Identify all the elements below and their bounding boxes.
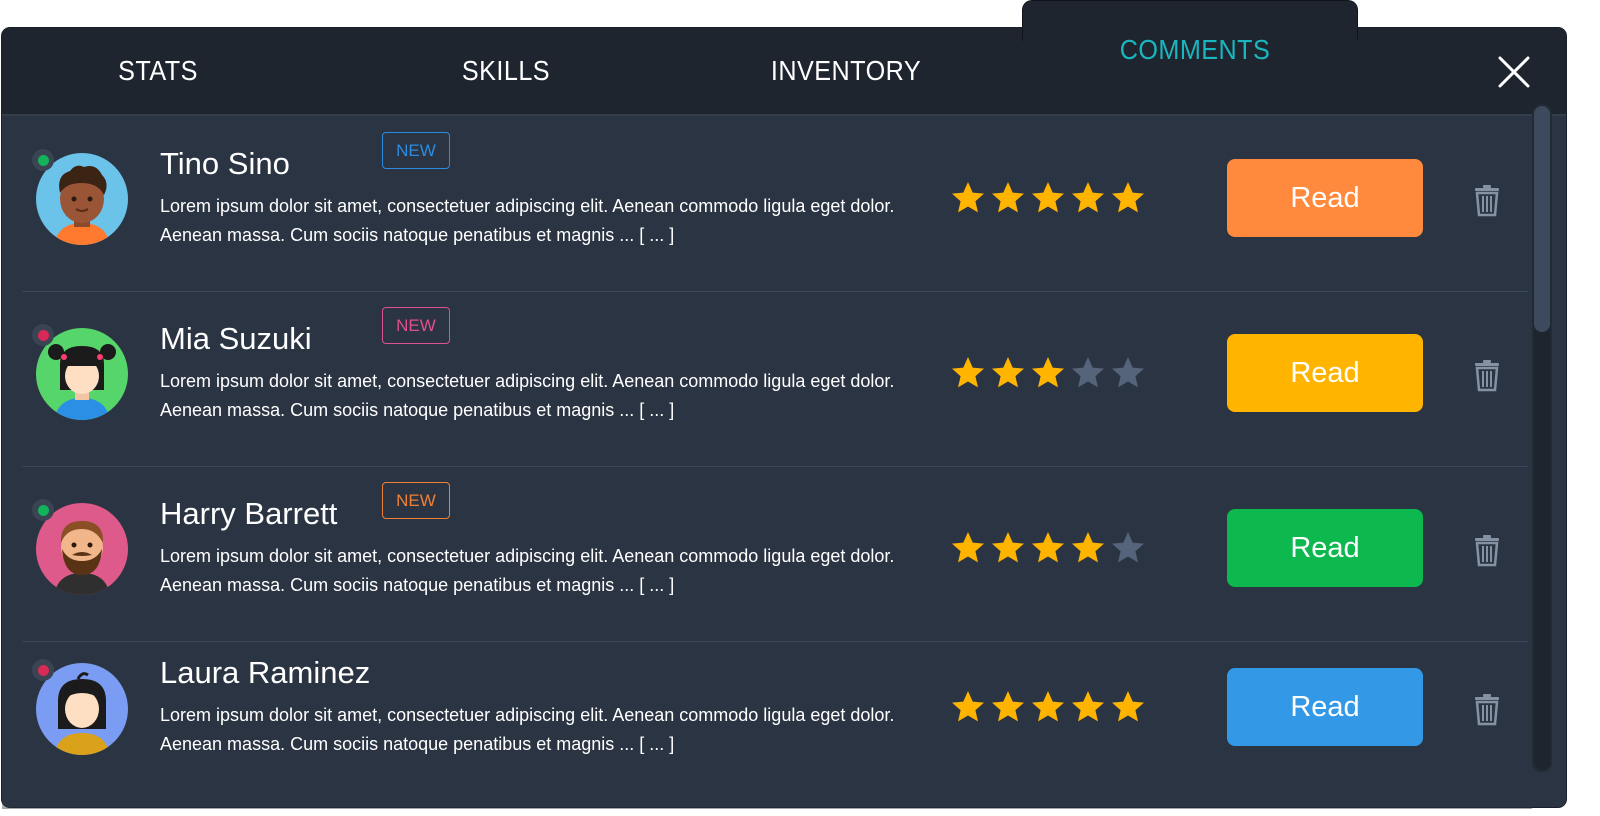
star-filled-icon [952, 691, 984, 722]
star-filled-icon [1072, 691, 1104, 722]
comment-row: Mia Suzuki NEW Lorem ipsum dolor sit ame… [22, 291, 1528, 467]
comment-row: Harry Barrett NEW Lorem ipsum dolor sit … [22, 466, 1528, 642]
online-status-indicator [32, 149, 54, 171]
tab-comments[interactable]: COMMENTS [1101, 8, 1290, 92]
comment-text: Lorem ipsum dolor sit amet, consectetuer… [160, 371, 895, 420]
rating-stars [950, 530, 1146, 566]
read-button[interactable]: Read [1227, 334, 1423, 412]
status-dot-fill [37, 154, 49, 166]
commenter-name: Tino Sino [160, 146, 290, 181]
star-filled-icon [992, 182, 1024, 213]
commenter-name: Harry Barrett [160, 496, 338, 531]
star-filled-icon [992, 357, 1024, 388]
star-filled-icon [1032, 691, 1064, 722]
star-filled-icon [1072, 532, 1104, 563]
tab-stats[interactable]: STATS [81, 28, 236, 114]
star-filled-icon [1032, 182, 1064, 213]
star-filled-icon [992, 532, 1024, 563]
rating-stars [950, 355, 1146, 391]
status-dot-fill [37, 664, 49, 676]
comment-text: Lorem ipsum dolor sit amet, consectetuer… [160, 546, 895, 595]
star-filled-icon [1032, 532, 1064, 563]
status-dot-fill [37, 504, 49, 516]
comment-list: Tino Sino NEW Lorem ipsum dolor sit amet… [2, 116, 1600, 809]
status-dot-fill [37, 329, 49, 341]
star-empty-icon [1072, 357, 1104, 388]
star-filled-icon [1112, 691, 1144, 722]
online-status-indicator [32, 499, 54, 521]
read-button[interactable]: Read [1227, 509, 1423, 587]
star-filled-icon [1032, 357, 1064, 388]
comment-row: Laura Raminez Lorem ipsum dolor sit amet… [22, 641, 1528, 816]
comment-text: Lorem ipsum dolor sit amet, consectetuer… [160, 196, 895, 245]
star-empty-icon [1112, 357, 1144, 388]
rating-stars [950, 689, 1146, 725]
star-filled-icon [952, 357, 984, 388]
star-filled-icon [1112, 182, 1144, 213]
new-badge: NEW [382, 482, 450, 519]
new-badge: NEW [382, 132, 450, 169]
read-button[interactable]: Read [1227, 159, 1423, 237]
star-filled-icon [952, 532, 984, 563]
comment-text: Lorem ipsum dolor sit amet, consectetuer… [160, 705, 895, 754]
trash-icon[interactable] [1470, 358, 1504, 392]
star-filled-icon [1072, 182, 1104, 213]
scrollbar-thumb[interactable] [1534, 106, 1550, 332]
trash-icon[interactable] [1470, 183, 1504, 217]
comment-row: Tino Sino NEW Lorem ipsum dolor sit amet… [22, 116, 1528, 292]
star-filled-icon [992, 691, 1024, 722]
tab-skills[interactable]: SKILLS [429, 28, 584, 114]
read-button[interactable]: Read [1227, 668, 1423, 746]
trash-icon[interactable] [1470, 533, 1504, 567]
star-empty-icon [1112, 532, 1144, 563]
tab-inventory[interactable]: INVENTORY [751, 28, 942, 114]
star-filled-icon [952, 182, 984, 213]
new-badge: NEW [382, 307, 450, 344]
online-status-indicator [32, 659, 54, 681]
trash-icon[interactable] [1470, 692, 1504, 726]
close-icon[interactable] [1494, 52, 1534, 92]
commenter-name: Laura Raminez [160, 655, 371, 690]
commenter-name: Mia Suzuki [160, 321, 312, 356]
online-status-indicator [32, 324, 54, 346]
rating-stars [950, 180, 1146, 216]
